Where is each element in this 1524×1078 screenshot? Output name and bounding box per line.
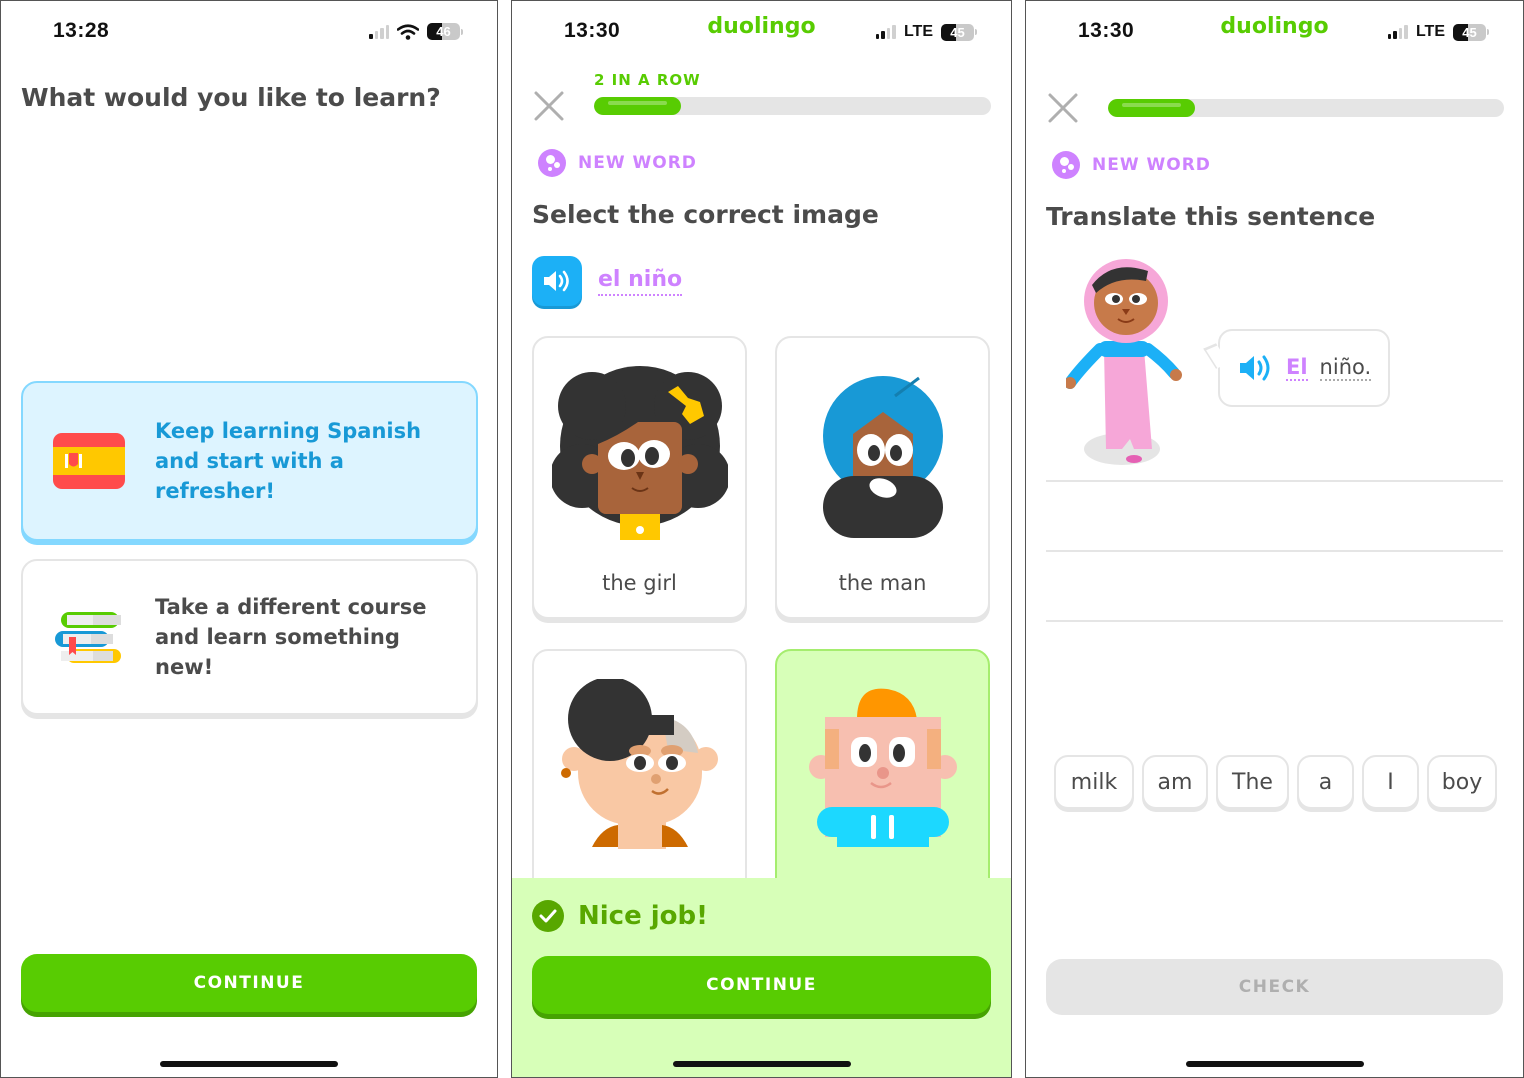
battery-icon: 45 — [1453, 23, 1486, 41]
word-chip[interactable]: The — [1216, 755, 1289, 809]
books-icon — [55, 612, 121, 663]
speaker-icon[interactable] — [1238, 354, 1274, 382]
signal-icon — [875, 25, 896, 39]
check-button[interactable]: CHECK — [1046, 959, 1503, 1015]
home-indicator[interactable] — [1185, 1061, 1364, 1067]
word-bank: milk am The a I boy — [1054, 755, 1497, 809]
word-chip[interactable]: I — [1362, 755, 1419, 809]
speaker-icon — [544, 270, 569, 292]
sentence-word[interactable]: El — [1286, 355, 1308, 381]
progress-fill — [1108, 99, 1196, 117]
character-illustration-icon — [1066, 259, 1182, 465]
girl-avatar-icon — [551, 366, 728, 540]
signal-icon — [1387, 25, 1408, 39]
status-bar: 13:28 46 — [1, 1, 497, 65]
status-bar: 13:30 duolingo LTE 45 — [1026, 1, 1523, 65]
network-label: LTE — [903, 23, 933, 40]
word-chip[interactable]: boy — [1427, 755, 1497, 809]
option-different-course[interactable]: Take a different course and learn someth… — [21, 559, 478, 715]
close-icon[interactable] — [532, 89, 566, 123]
network-label: LTE — [1415, 23, 1445, 40]
wifi-icon — [397, 23, 419, 40]
target-word[interactable]: el niño — [598, 267, 683, 296]
check-circle-icon — [532, 900, 564, 932]
woman-avatar-icon — [560, 679, 718, 849]
close-icon[interactable] — [1046, 91, 1080, 125]
answer-line — [1046, 550, 1503, 552]
feedback-panel: Nice job! CONTINUE — [512, 878, 1011, 1077]
word-chip[interactable]: a — [1297, 755, 1354, 809]
progress-fill — [594, 97, 682, 115]
answer-line — [1046, 480, 1503, 482]
option-label: Take a different course and learn someth… — [155, 595, 427, 679]
choice-label: the girl — [602, 571, 677, 595]
word-chip[interactable]: am — [1142, 755, 1208, 809]
option-label: Keep learning Spanish and start with a r… — [155, 419, 422, 503]
play-audio-button[interactable] — [532, 256, 582, 306]
speech-bubble: El niño. — [1218, 329, 1390, 407]
spain-flag-icon — [53, 433, 125, 489]
sentence-word[interactable]: niño. — [1319, 355, 1372, 381]
continue-button[interactable]: CONTINUE — [21, 954, 477, 1012]
status-bar: 13:30 duolingo LTE 45 — [512, 1, 1011, 65]
boy-avatar-icon — [808, 688, 957, 847]
question-title: Translate this sentence — [1046, 202, 1376, 231]
status-time: 13:28 — [53, 19, 110, 42]
answer-line — [1046, 620, 1503, 622]
streak-label: 2 IN A ROW — [594, 71, 701, 89]
signal-icon — [369, 24, 389, 39]
new-word-badge: NEW WORD — [538, 149, 697, 177]
lesson-progress-bar — [1108, 99, 1504, 117]
word-chip[interactable]: milk — [1054, 755, 1134, 809]
feedback-message: Nice job! — [578, 901, 709, 931]
option-keep-spanish[interactable]: Keep learning Spanish and start with a r… — [21, 381, 478, 541]
battery-icon: 46 — [427, 23, 460, 40]
battery-icon: 45 — [941, 23, 974, 41]
lesson-progress-bar — [594, 97, 991, 115]
screen-course-choice: 13:28 46 What would you like to learn? K… — [0, 0, 498, 1078]
man-avatar-icon — [822, 376, 943, 538]
choice-card-man[interactable]: the man — [775, 336, 990, 619]
choice-card-girl[interactable]: the girl — [532, 336, 747, 619]
screen-select-image: 13:30 duolingo LTE 45 2 IN A ROW NEW WOR… — [511, 0, 1012, 1078]
continue-button[interactable]: CONTINUE — [532, 956, 991, 1014]
home-indicator[interactable] — [672, 1061, 851, 1067]
screen-translate: 13:30 duolingo LTE 45 NEW WORD Translate… — [1025, 0, 1524, 1078]
new-word-icon — [1052, 151, 1080, 179]
choice-label: the man — [838, 571, 927, 595]
page-title: What would you like to learn? — [21, 83, 441, 112]
question-title: Select the correct image — [532, 200, 879, 229]
new-word-badge: NEW WORD — [1052, 151, 1211, 179]
home-indicator[interactable] — [160, 1061, 338, 1067]
new-word-icon — [538, 149, 566, 177]
